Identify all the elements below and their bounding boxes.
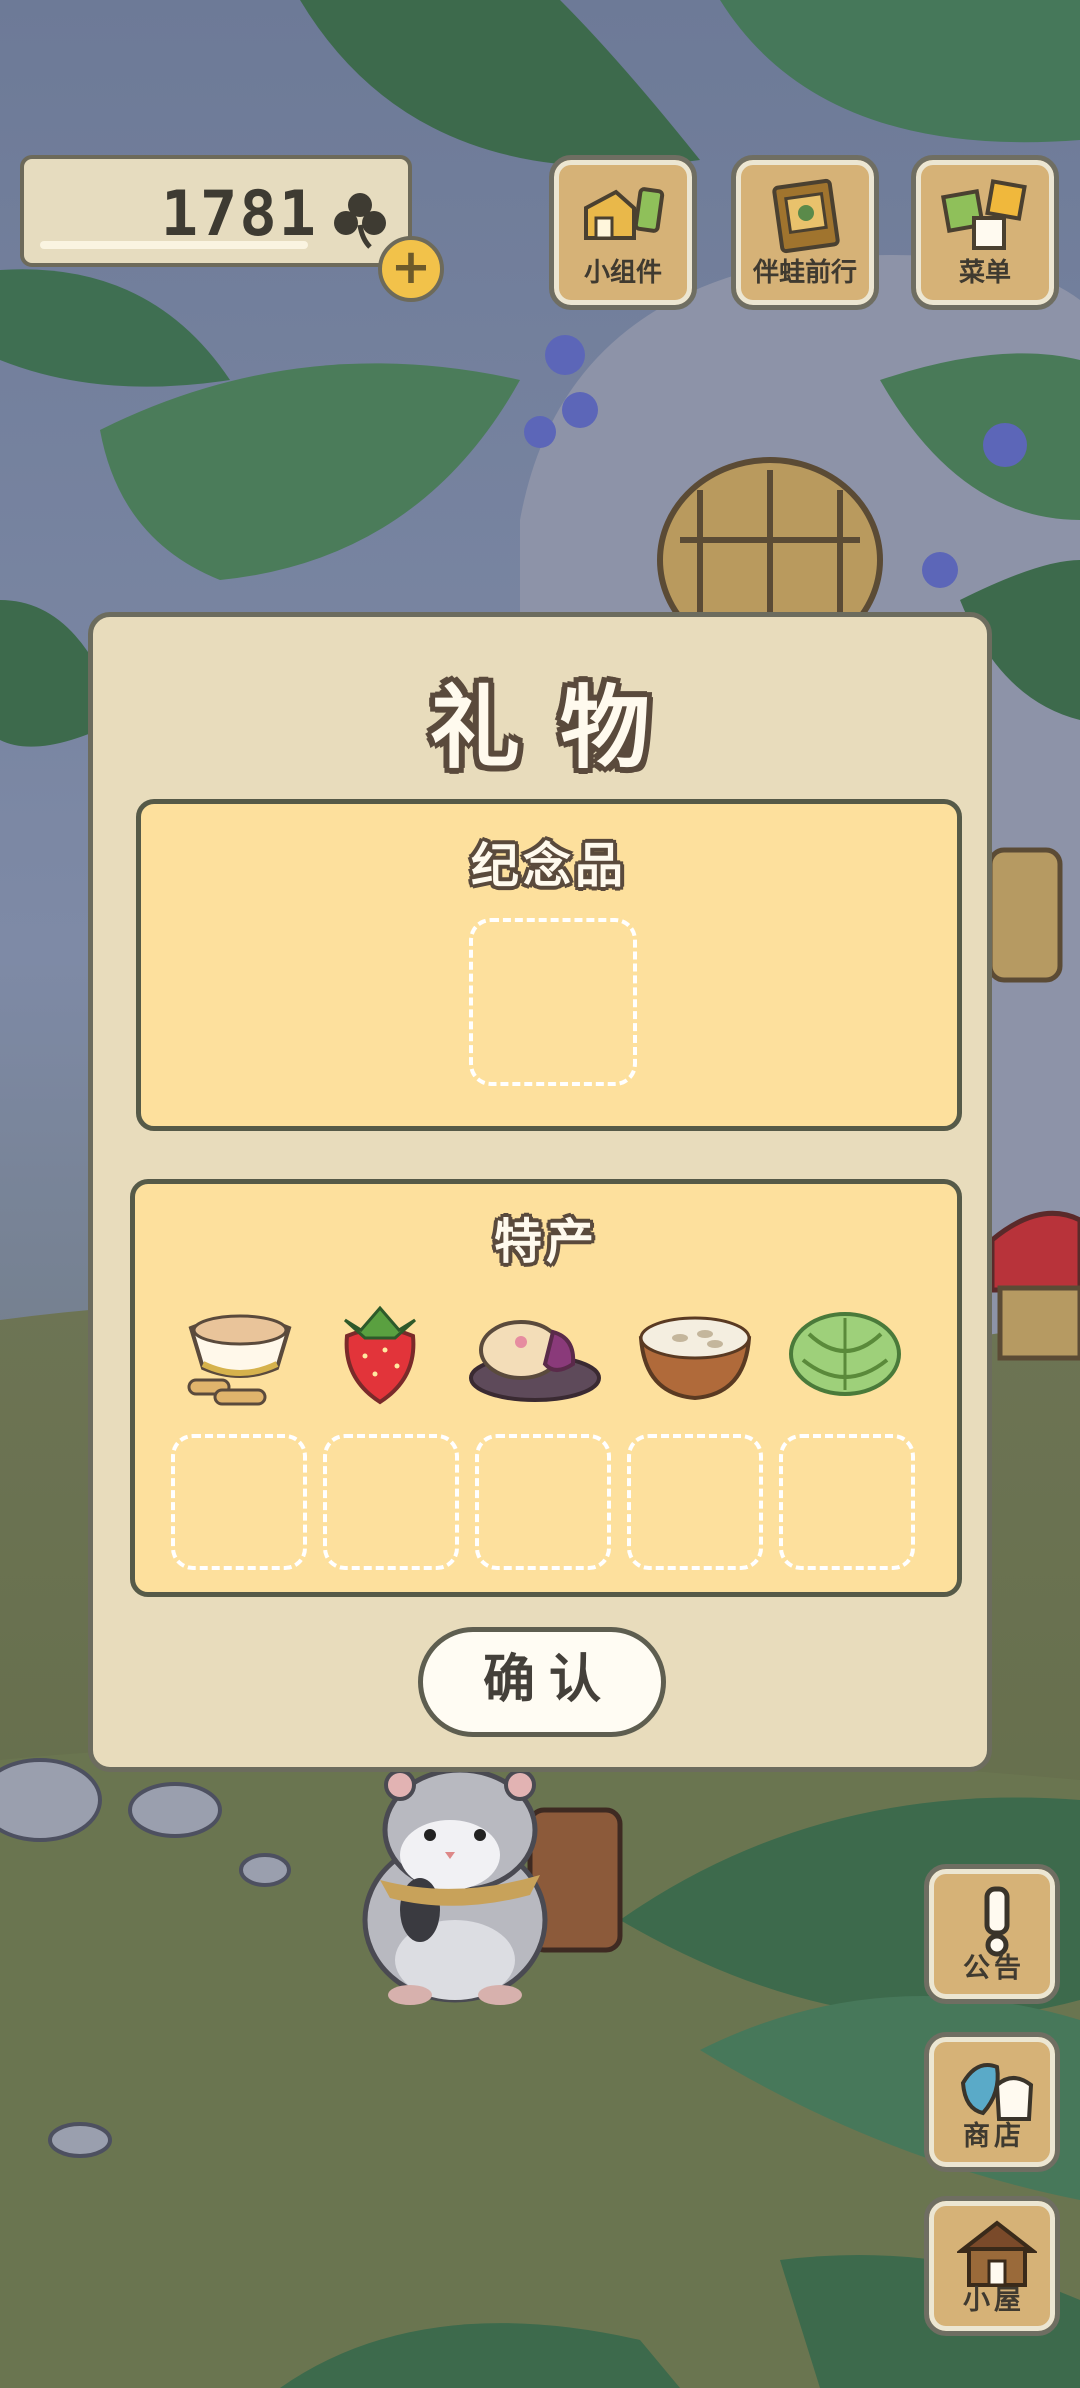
add-clover-button[interactable]: + bbox=[378, 236, 444, 302]
specialty-slot-2[interactable] bbox=[323, 1434, 459, 1570]
plus-icon: + bbox=[390, 239, 432, 295]
specialty-slot-4[interactable] bbox=[627, 1434, 763, 1570]
specialty-slot-5[interactable] bbox=[779, 1434, 915, 1570]
souvenir-title: 纪念品 bbox=[470, 838, 627, 894]
souvenir-slot[interactable] bbox=[469, 918, 637, 1086]
strawberry-icon[interactable] bbox=[335, 1298, 425, 1408]
rice-bowl-icon[interactable] bbox=[635, 1298, 755, 1408]
travel-album-button[interactable]: 伴蛙前行 bbox=[731, 155, 879, 310]
widget-button[interactable]: 小组件 bbox=[549, 155, 697, 310]
notice-label: 公告 bbox=[963, 1953, 1025, 1984]
game-scene: 1781 + 小组件 伴蛙前行 菜单 礼物 纪念品 特产 确认 公告 商店 小屋 bbox=[0, 0, 1080, 2388]
clover-icon bbox=[334, 193, 386, 249]
menu-button[interactable]: 菜单 bbox=[911, 155, 1059, 310]
notice-button[interactable]: 公告 bbox=[924, 1864, 1060, 2004]
shop-label: 商店 bbox=[963, 2121, 1025, 2152]
travel-album-label: 伴蛙前行 bbox=[752, 258, 857, 288]
menu-label: 菜单 bbox=[958, 258, 1011, 288]
clover-bar bbox=[40, 241, 308, 249]
travel-album-icon bbox=[772, 178, 840, 254]
tea-cup-icon[interactable] bbox=[185, 1298, 295, 1408]
widget-icon bbox=[584, 187, 665, 240]
gift-dialog: 礼物 纪念品 特产 确认 bbox=[88, 612, 992, 1772]
specialty-panel: 特产 bbox=[130, 1179, 962, 1597]
souvenir-panel: 纪念品 bbox=[136, 799, 962, 1131]
confirm-button[interactable]: 确认 bbox=[418, 1627, 666, 1737]
pastry-icon[interactable] bbox=[465, 1298, 605, 1408]
specialty-slot-3[interactable] bbox=[475, 1434, 611, 1570]
menu-icon bbox=[940, 179, 1027, 250]
specialty-slot-1[interactable] bbox=[171, 1434, 307, 1570]
shop-button[interactable]: 商店 bbox=[924, 2032, 1060, 2172]
widget-label: 小组件 bbox=[583, 258, 662, 288]
dialog-title: 礼物 bbox=[430, 676, 690, 781]
specialty-title: 特产 bbox=[493, 1214, 598, 1270]
house-label: 小屋 bbox=[963, 2285, 1025, 2316]
clover-counter: 1781 bbox=[20, 155, 412, 267]
clover-count: 1781 bbox=[160, 177, 318, 250]
cabbage-icon[interactable] bbox=[785, 1298, 905, 1408]
house-button[interactable]: 小屋 bbox=[924, 2196, 1060, 2336]
